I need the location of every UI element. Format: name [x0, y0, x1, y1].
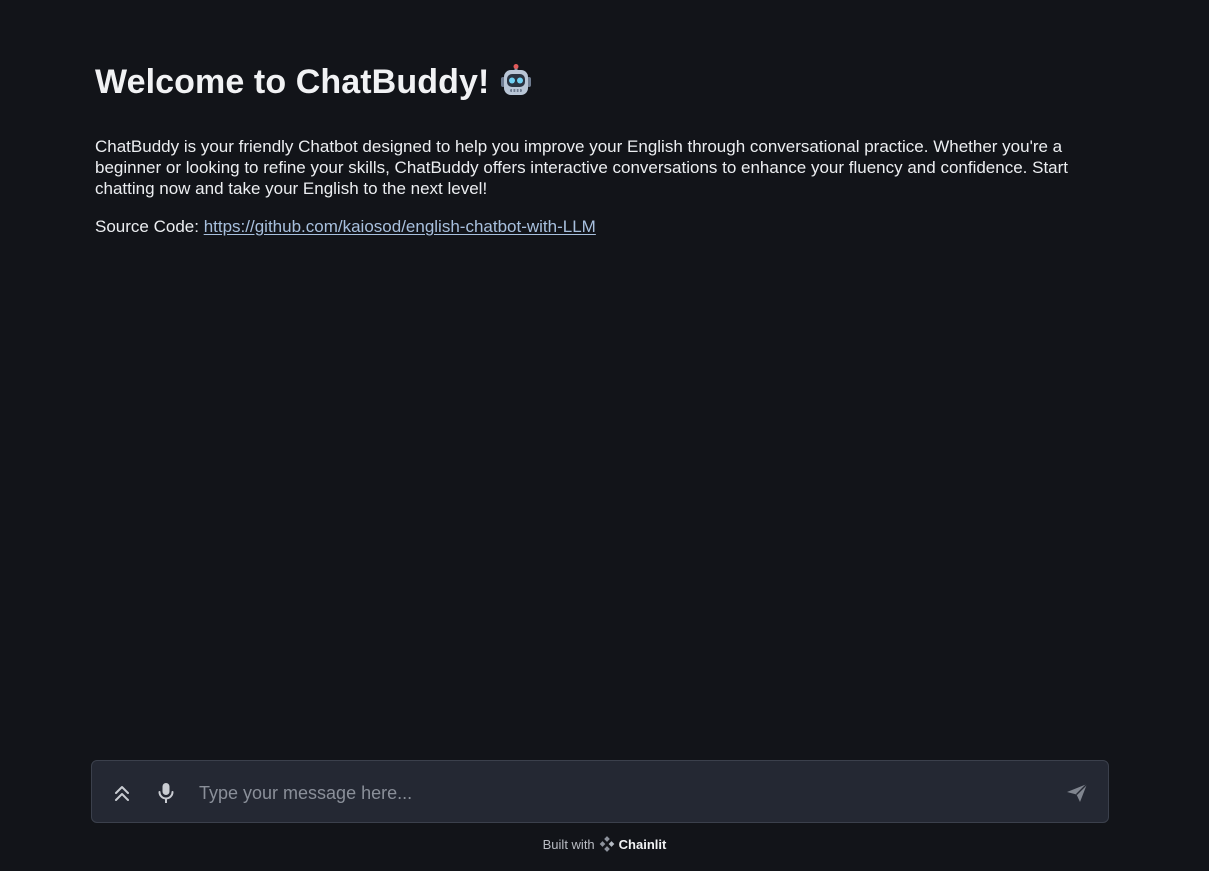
chainlit-brand: Chainlit — [599, 836, 667, 852]
message-input[interactable] — [197, 776, 1041, 810]
send-icon[interactable] — [1063, 761, 1091, 824]
welcome-title: Welcome to ChatBuddy! — [95, 58, 1095, 106]
chainlit-brand-name: Chainlit — [618, 836, 667, 852]
microphone-icon[interactable] — [154, 761, 178, 824]
welcome-readme: Welcome to ChatBuddy! ChatBuddy is your … — [95, 58, 1095, 237]
chainlit-logo-icon — [599, 836, 615, 852]
source-code-line: Source Code: https://github.com/kaiosod/… — [95, 216, 1095, 237]
robot-icon — [499, 63, 533, 97]
built-with-footer[interactable]: Built with Chainlit — [0, 834, 1209, 854]
welcome-title-text: Welcome to ChatBuddy! — [95, 63, 490, 101]
source-code-link[interactable]: https://github.com/kaiosod/english-chatb… — [204, 217, 596, 236]
chevrons-up-icon[interactable] — [110, 761, 134, 824]
built-with-label: Built with — [542, 836, 595, 852]
welcome-intro: ChatBuddy is your friendly Chatbot desig… — [95, 137, 1069, 198]
app-page: Welcome to ChatBuddy! ChatBuddy is your … — [0, 0, 1209, 871]
source-code-label: Source Code: — [95, 217, 199, 236]
message-composer — [91, 760, 1109, 823]
